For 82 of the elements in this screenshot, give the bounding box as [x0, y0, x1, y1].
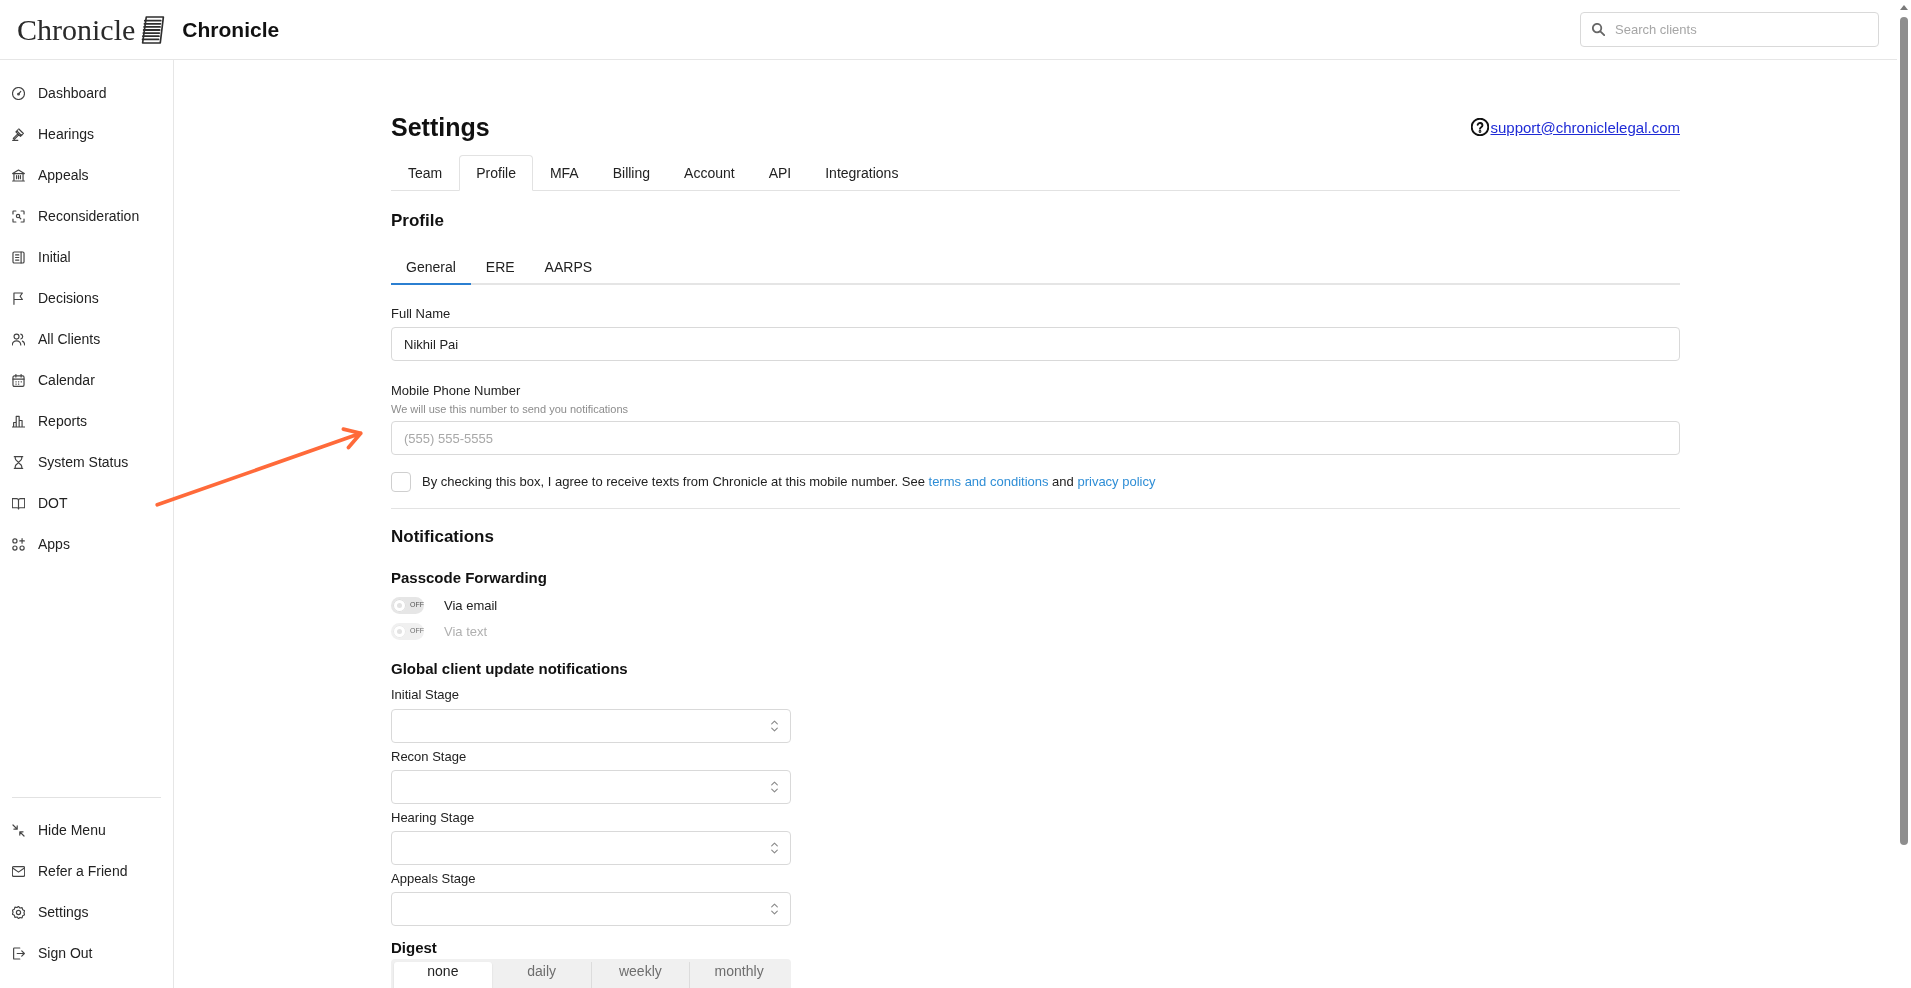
section-heading: Notifications	[391, 526, 495, 548]
sidebar-item[interactable]: Apps	[12, 532, 70, 556]
open-book-icon	[12, 496, 25, 510]
users-icon	[12, 332, 25, 346]
chevron-up-down-icon	[771, 720, 778, 732]
tab[interactable]: Account	[667, 155, 752, 191]
chevron-up-down-icon	[771, 903, 778, 915]
bar-chart-icon	[12, 414, 25, 428]
toggle-label: Via email	[444, 597, 498, 613]
gavel-icon	[12, 127, 25, 141]
sidebar-item[interactable]: System Status	[12, 450, 129, 474]
lined-page-icon	[141, 15, 166, 44]
subsection-heading: Digest	[391, 938, 438, 958]
phone-field[interactable]: (555) 555-5555	[391, 421, 1680, 455]
sidebar-item[interactable]: Dashboard	[12, 81, 107, 105]
select-field[interactable]	[391, 770, 791, 804]
select-field[interactable]	[391, 709, 791, 743]
mail-icon	[12, 864, 25, 878]
calendar-icon	[12, 373, 25, 387]
field-label: Recon Stage	[391, 748, 468, 766]
select-field[interactable]	[391, 892, 791, 926]
search-field[interactable]: Search clients	[1580, 12, 1879, 47]
scan-search-icon	[12, 209, 25, 223]
field-label: Full Name	[391, 305, 452, 323]
sidebar-item[interactable]: Reports	[12, 409, 88, 433]
settings-icon	[12, 905, 25, 919]
sidebar-item[interactable]: Sign Out	[12, 941, 93, 965]
logo-wordmark: Chronicle	[17, 11, 136, 48]
app-name: Chronicle	[182, 17, 280, 42]
sidebar-item[interactable]: DOT	[12, 491, 68, 515]
toggle-label: Via text	[444, 623, 488, 639]
sidebar-item[interactable]: Refer a Friend	[12, 859, 128, 883]
gauge-icon	[12, 86, 25, 100]
sidebar-item[interactable]: All Clients	[12, 327, 101, 351]
hourglass-icon	[12, 455, 25, 469]
subtab[interactable]: AARPS	[529, 250, 608, 285]
chevron-up-down-icon	[771, 781, 778, 793]
sidebar-item[interactable]: Hearings	[12, 122, 95, 146]
sidebar-item[interactable]: Calendar	[12, 368, 95, 392]
segment-option[interactable]: weekly	[590, 962, 690, 988]
sidebar-item[interactable]: Initial	[12, 245, 71, 269]
subtab[interactable]: General	[391, 250, 471, 285]
sign-out-icon	[12, 946, 25, 960]
chevron-up-down-icon	[771, 842, 778, 854]
segment-option[interactable]: none	[394, 962, 492, 988]
help-icon	[1470, 118, 1489, 136]
sidebar-item[interactable]: Settings	[12, 900, 89, 924]
sidebar-item[interactable]: Hide Menu	[12, 818, 106, 842]
select-field[interactable]	[391, 831, 791, 865]
subsection-heading: Global client update notifications	[391, 659, 629, 679]
subsection-heading: Passcode Forwarding	[391, 568, 548, 588]
subtab[interactable]: ERE	[470, 250, 530, 285]
checkbox[interactable]	[391, 472, 411, 492]
field-label: Mobile Phone Number	[391, 382, 522, 400]
segment-option[interactable]: daily	[491, 962, 591, 988]
field-label: Appeals Stage	[391, 870, 477, 888]
field-label: Initial Stage	[391, 686, 460, 704]
support-email-link[interactable]: support@chroniclelegal.com	[1490, 118, 1680, 136]
tab[interactable]: Profile	[459, 155, 533, 191]
tab[interactable]: Team	[391, 155, 460, 191]
field-hint: We will use this number to send you notifications	[391, 402, 630, 416]
text-link[interactable]: terms and conditions	[928, 474, 1049, 489]
text-link[interactable]: privacy policy	[1077, 474, 1156, 489]
page-title: Settings	[391, 112, 490, 143]
apps-icon	[12, 537, 25, 551]
search-icon	[1592, 23, 1605, 36]
tab[interactable]: API	[751, 155, 809, 191]
flag-icon	[12, 291, 25, 305]
segment-option[interactable]: monthly	[689, 962, 788, 988]
sidebar-item[interactable]: Reconsideration	[12, 204, 140, 228]
sidebar-item[interactable]: Appeals	[12, 163, 89, 187]
text-field[interactable]: Nikhil Pai	[391, 327, 1680, 361]
bank-icon	[12, 168, 25, 182]
tab[interactable]: MFA	[532, 155, 596, 191]
section-heading: Profile	[391, 210, 445, 232]
field-label: Hearing Stage	[391, 809, 476, 827]
collapse-arrows-icon	[12, 823, 25, 837]
document-icon	[12, 250, 25, 264]
sidebar-item[interactable]: Decisions	[12, 286, 99, 310]
tab[interactable]: Billing	[595, 155, 668, 191]
tab[interactable]: Integrations	[808, 155, 916, 191]
consent-text: By checking this box, I agree to receive texts from Chronicle at this mobile number. See terms and conditions and privacy policy	[422, 473, 1156, 491]
